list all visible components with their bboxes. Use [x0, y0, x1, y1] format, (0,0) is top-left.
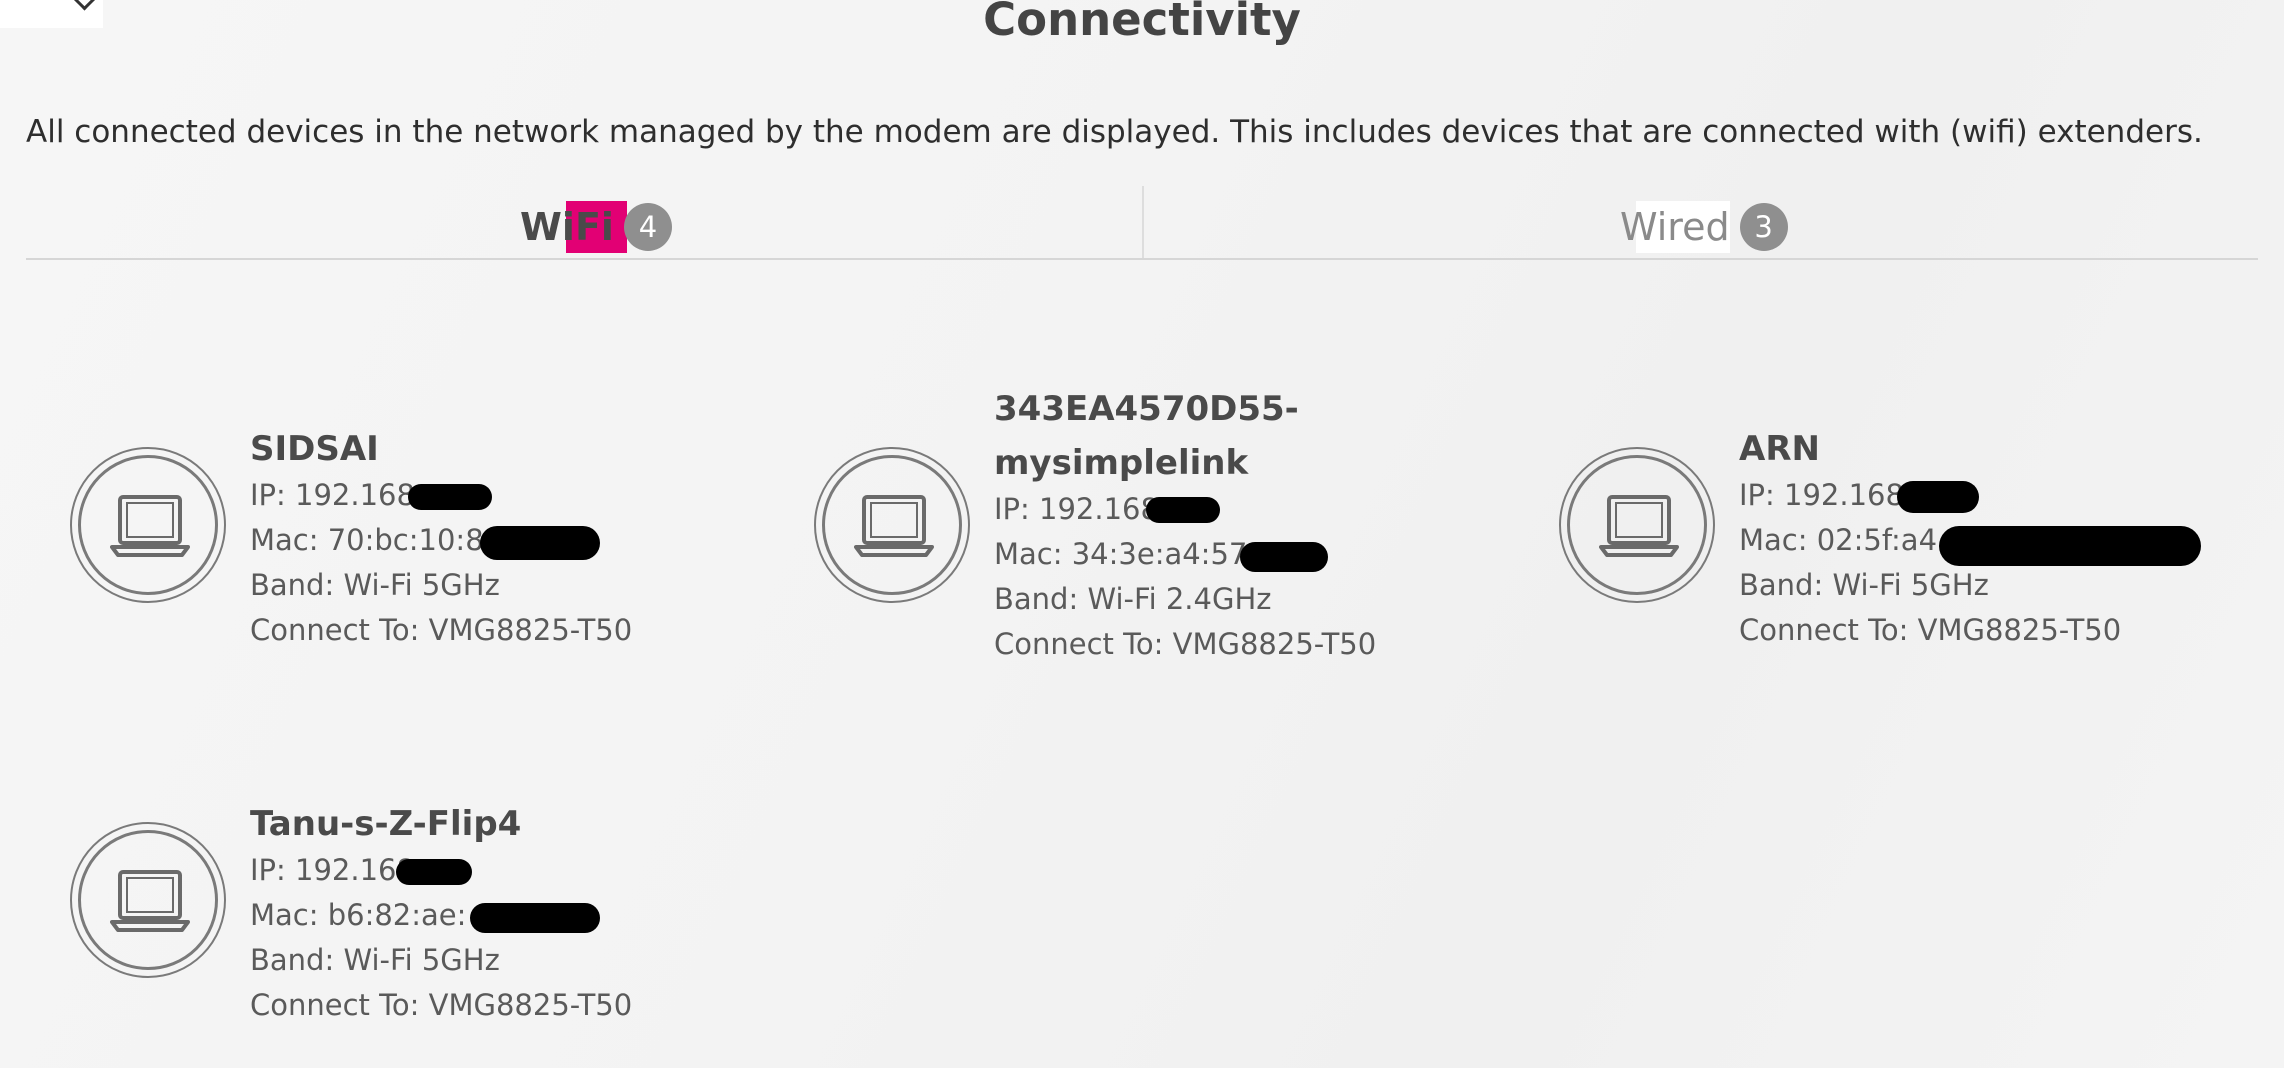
redaction-mark: [1897, 481, 1979, 513]
tab-wifi-count-badge: 4: [623, 203, 672, 251]
laptop-icon: [1559, 447, 1715, 603]
device-connect-to: Connect To: VMG8825-T50: [250, 613, 633, 647]
laptop-icon: [70, 822, 226, 978]
laptop-icon: [70, 447, 226, 603]
device-band: Band: Wi-Fi 5GHz: [250, 943, 500, 977]
device-connect-to: Connect To: VMG8825-T50: [994, 627, 1377, 661]
redaction-mark: [1240, 542, 1328, 572]
device-name: Tanu-s-Z-Flip4: [250, 804, 522, 844]
tab-wifi[interactable]: WiFi 4: [520, 201, 672, 253]
redaction-mark: [1939, 526, 2201, 566]
device-band: Band: Wi-Fi 2.4GHz: [994, 582, 1272, 616]
tab-wired[interactable]: Wired 3: [1620, 201, 1788, 253]
device-tabs: WiFi 4 Wired 3: [26, 186, 2258, 260]
device-name: SIDSAI: [250, 429, 379, 469]
device-ip: IP: 192.168.: [1739, 473, 2121, 518]
device-connect-to: Connect To: VMG8825-T50: [1739, 613, 2122, 647]
redaction-mark: [470, 903, 600, 933]
tab-wifi-label: WiFi: [520, 205, 614, 249]
redaction-mark: [408, 484, 492, 510]
tab-wired-label: Wired: [1620, 205, 1730, 249]
laptop-icon: [814, 447, 970, 603]
tab-divider: [1142, 186, 1144, 258]
device-ip: IP: 192.168: [250, 848, 632, 893]
device-ip: IP: 192.168.: [994, 487, 1376, 532]
device-name-line2: mysimplelink: [994, 443, 1249, 483]
device-mac: Mac: 70:bc:10:8: [250, 518, 632, 563]
redaction-mark: [480, 526, 600, 560]
device-ip: IP: 192.168.: [250, 473, 632, 518]
device-mac: Mac: b6:82:ae:: [250, 893, 632, 938]
device-name: ARN: [1739, 429, 1820, 469]
device-connect-to: Connect To: VMG8825-T50: [250, 988, 633, 1022]
device-band: Band: Wi-Fi 5GHz: [1739, 568, 1989, 602]
device-band: Band: Wi-Fi 5GHz: [250, 568, 500, 602]
tab-wired-count-badge: 3: [1739, 203, 1788, 251]
device-mac: Mac: 02:5f:a4: [1739, 518, 2201, 566]
device-mac: Mac: 34:3e:a4:57: [994, 532, 1376, 577]
redaction-mark: [396, 859, 472, 885]
device-name: 343EA4570D55-: [994, 389, 1299, 429]
page-description: All connected devices in the network man…: [26, 114, 2203, 150]
page-title: Connectivity: [983, 0, 1301, 46]
redaction-mark: [1146, 497, 1220, 523]
